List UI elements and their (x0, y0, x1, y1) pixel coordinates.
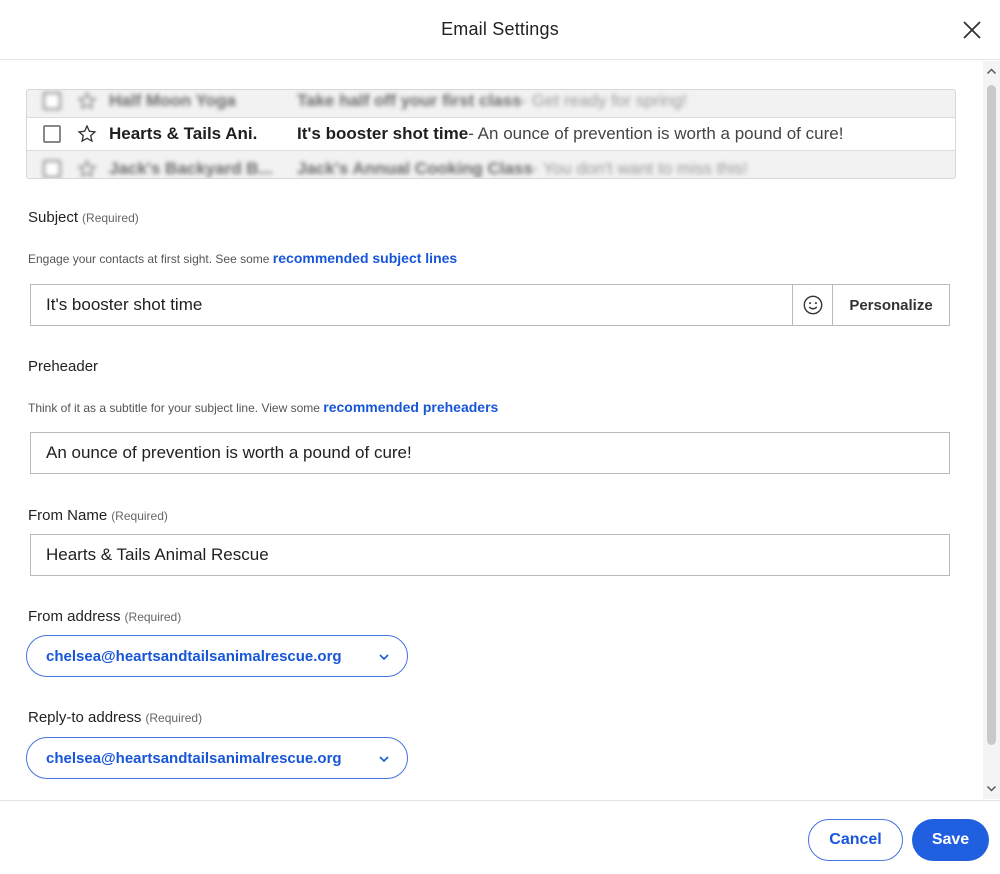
required-note: (Required) (111, 509, 168, 523)
preview-subject: Take half off your first class (297, 91, 522, 110)
preheader-help-text: Think of it as a subtitle for your subje… (28, 401, 324, 415)
emoji-button[interactable] (792, 284, 833, 326)
from-address-label-text: From address (28, 608, 121, 625)
checkbox (43, 160, 61, 178)
subject-input[interactable]: It's booster shot time (30, 284, 792, 326)
preheader-input-value: An ounce of prevention is worth a pound … (46, 443, 412, 462)
dialog-title: Email Settings (441, 19, 559, 39)
checkbox (43, 125, 61, 143)
recommended-preheaders-link[interactable]: recommended preheaders (323, 399, 498, 415)
chevron-down-icon (379, 654, 389, 661)
reply-to-label: Reply-to address (Required) (28, 709, 202, 726)
required-note: (Required) (145, 711, 203, 725)
preview-preheader: - You don't want to miss this! (532, 159, 748, 178)
reply-to-select[interactable]: chelsea@heartsandtailsanimalrescue.org (26, 737, 408, 779)
from-name-input-value: Hearts & Tails Animal Rescue (46, 545, 269, 564)
preheader-help: Think of it as a subtitle for your subje… (28, 399, 498, 415)
preheader-input[interactable]: An ounce of prevention is worth a pound … (30, 432, 950, 474)
preview-preheader: - Get ready for spring! (521, 91, 687, 110)
from-name-input[interactable]: Hearts & Tails Animal Rescue (30, 534, 950, 576)
scrollbar[interactable] (983, 61, 1000, 799)
preview-subject: Jack's Annual Cooking Class (297, 159, 533, 178)
cancel-button[interactable]: Cancel (808, 819, 903, 861)
recommended-subject-lines-link[interactable]: recommended subject lines (273, 250, 457, 266)
personalize-button[interactable]: Personalize (832, 284, 950, 326)
scrollbar-thumb[interactable] (987, 85, 996, 745)
inbox-preview-row-active: Hearts & Tails Ani. It's booster shot ti… (27, 117, 955, 151)
required-note: (Required) (124, 610, 182, 624)
close-icon[interactable] (960, 18, 984, 42)
from-address-label: From address (Required) (28, 608, 181, 625)
preview-preheader: - An ounce of prevention is worth a poun… (468, 124, 844, 143)
from-address-select[interactable]: chelsea@heartsandtailsanimalrescue.org (26, 635, 408, 677)
smiley-icon (803, 295, 822, 315)
inbox-preview-row: Jack's Backyard B... Jack's Annual Cooki… (27, 152, 955, 178)
scroll-up-icon[interactable] (983, 63, 1000, 80)
preview-sender: Hearts & Tails Ani. (109, 124, 258, 143)
save-button[interactable]: Save (912, 819, 989, 861)
from-address-value: chelsea@heartsandtailsanimalrescue.org (46, 647, 342, 665)
dialog-footer: Cancel Save (0, 800, 1000, 874)
reply-to-label-text: Reply-to address (28, 709, 142, 726)
subject-input-value: It's booster shot time (46, 295, 203, 314)
preview-subject: It's booster shot time (297, 124, 469, 143)
preview-sender: Jack's Backyard B... (109, 159, 273, 178)
star-icon (77, 91, 97, 111)
star-icon (77, 159, 97, 178)
subject-label: Subject (Required) (28, 209, 139, 226)
dialog-header: Email Settings (0, 0, 1000, 60)
email-settings-dialog: Email Settings Half Moon Yoga Take half … (0, 0, 1000, 874)
preview-sender: Half Moon Yoga (109, 91, 236, 110)
preheader-label: Preheader (28, 358, 99, 375)
inbox-preview: Half Moon Yoga Take half off your first … (26, 89, 956, 179)
checkbox (43, 92, 61, 110)
dialog-body: Half Moon Yoga Take half off your first … (0, 61, 1000, 799)
subject-help-text: Engage your contacts at first sight. See… (28, 252, 273, 266)
from-name-label-text: From Name (28, 507, 108, 524)
inbox-preview-row: Half Moon Yoga Take half off your first … (27, 90, 955, 118)
from-name-label: From Name (Required) (28, 507, 168, 524)
subject-help: Engage your contacts at first sight. See… (28, 250, 457, 266)
star-icon (77, 124, 97, 144)
reply-to-value: chelsea@heartsandtailsanimalrescue.org (46, 749, 342, 767)
scroll-down-icon[interactable] (983, 780, 1000, 797)
chevron-down-icon (379, 756, 389, 763)
required-note: (Required) (82, 211, 139, 225)
subject-label-text: Subject (28, 209, 79, 226)
